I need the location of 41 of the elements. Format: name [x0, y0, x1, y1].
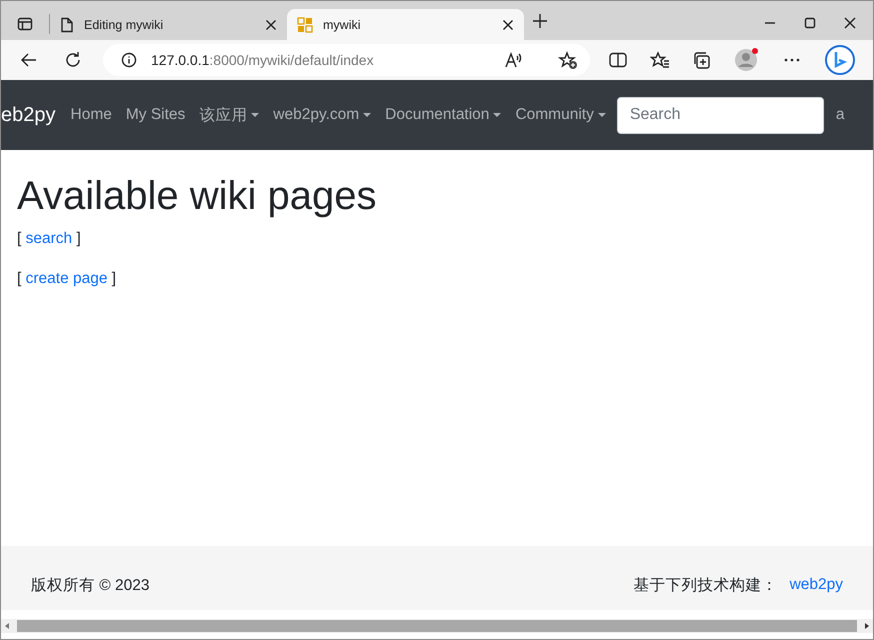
search-field[interactable]: Search	[616, 96, 824, 134]
info-icon	[121, 52, 137, 68]
caret-icon	[251, 113, 260, 117]
dropdown-menu[interactable]: web2py.com	[266, 106, 378, 124]
app-icon	[297, 16, 313, 32]
caret-icon	[598, 113, 606, 117]
browser-tab[interactable]: mywiki	[287, 9, 524, 40]
collections-icon[interactable]	[692, 51, 712, 69]
chat-icon[interactable]	[824, 44, 856, 76]
address-bar[interactable]: 127.0.0.1:8000/mywiki/default/index	[103, 44, 590, 76]
favorites-icon[interactable]	[650, 51, 670, 69]
tab-close-icon[interactable]	[265, 18, 277, 30]
dropdown-menu[interactable]: Documentation	[378, 106, 508, 124]
caret-icon	[493, 113, 502, 117]
link-line: [ create page ]	[17, 268, 118, 289]
close-icon[interactable]	[843, 16, 857, 30]
text-link[interactable]: create page	[26, 270, 108, 287]
web2py-link[interactable]: web2py	[790, 576, 843, 594]
page-icon	[60, 16, 74, 32]
nav-link[interactable]: a	[836, 106, 844, 124]
split-screen-icon[interactable]	[608, 51, 628, 69]
favorite-add-icon[interactable]	[558, 51, 578, 69]
powered-by-label: 基于下列技术构建：	[634, 576, 778, 596]
caret-icon	[363, 113, 372, 117]
copyright-text: 版权所有 © 2023	[31, 576, 150, 596]
dropdown-menu[interactable]: Community	[508, 106, 613, 124]
link-line: [ search ]	[17, 229, 82, 249]
browser-tab[interactable]: Editing mywiki	[50, 9, 287, 40]
read-aloud-icon[interactable]	[504, 51, 524, 69]
tab-close-icon[interactable]	[502, 18, 514, 30]
sidebar-icon[interactable]	[17, 16, 33, 32]
maximize-icon[interactable]	[803, 16, 817, 30]
nav-link[interactable]: My Sites	[118, 106, 192, 124]
brand-link[interactable]: eb2py	[1, 104, 56, 126]
page-title: Available wiki pages	[17, 173, 378, 220]
nav-link[interactable]: Home	[64, 106, 119, 124]
text-link[interactable]: search	[26, 230, 72, 247]
url-text: 127.0.0.1:8000/mywiki/default/index	[151, 52, 375, 68]
new-tab-icon[interactable]	[532, 13, 548, 29]
profile-icon[interactable]	[734, 47, 760, 73]
dropdown-menu[interactable]: 该应用	[192, 104, 266, 126]
